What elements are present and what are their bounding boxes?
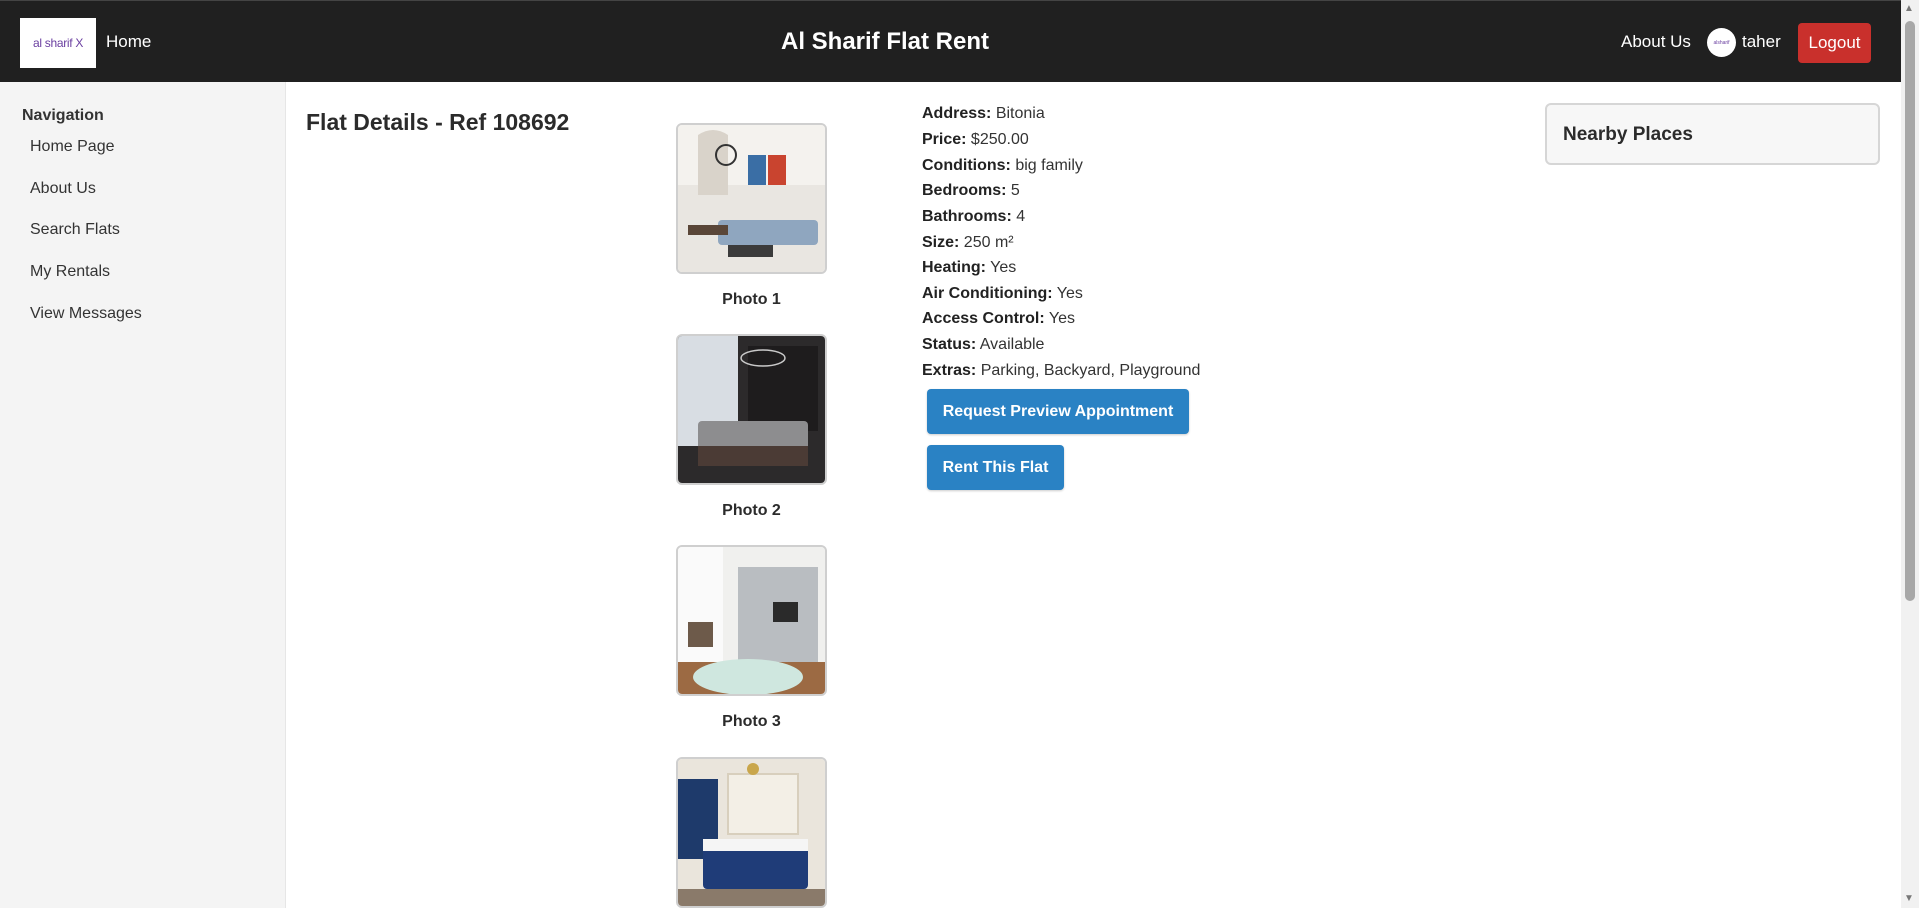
page-title: Flat Details - Ref 108692 [306, 109, 570, 135]
flat-photo-4[interactable] [676, 757, 827, 908]
detail-label: Bathrooms: [922, 208, 1012, 225]
detail-access-control: Access Control: Yes [922, 310, 1075, 328]
sidebar-heading: Navigation [22, 107, 104, 124]
user-avatar[interactable]: alsharif [1707, 28, 1736, 57]
detail-size: Size: 250 m² [922, 234, 1014, 252]
scroll-up-arrow-icon[interactable]: ▲ [1904, 4, 1914, 14]
detail-label: Access Control: [922, 310, 1045, 327]
nearby-places-title: Nearby Places [1563, 124, 1693, 145]
detail-label: Air Conditioning: [922, 285, 1053, 302]
flat-photo-3[interactable] [676, 545, 827, 696]
detail-status: Status: Available [922, 336, 1044, 354]
request-preview-button[interactable]: Request Preview Appointment [927, 389, 1189, 434]
scroll-down-arrow-icon[interactable]: ▼ [1904, 894, 1914, 904]
sidebar-item-my-rentals[interactable]: My Rentals [30, 263, 110, 281]
sidebar-item-about-us[interactable]: About Us [30, 180, 96, 198]
site-title: Al Sharif Flat Rent [780, 28, 990, 55]
rent-flat-button[interactable]: Rent This Flat [927, 445, 1064, 490]
detail-address: Address: Bitonia [922, 105, 1045, 123]
sidebar-item-view-messages[interactable]: View Messages [30, 305, 142, 323]
avatar-text: alsharif [1713, 39, 1730, 46]
sidebar-item-search-flats[interactable]: Search Flats [30, 221, 120, 239]
sidebar: Navigation Home Page About Us Search Fla… [0, 82, 286, 908]
detail-value: big family [1015, 157, 1083, 174]
page-scrollbar[interactable]: ▲ ▼ [1901, 0, 1919, 908]
detail-label: Status: [922, 336, 977, 353]
detail-price: Price: $250.00 [922, 131, 1029, 149]
detail-value: Available [979, 336, 1045, 353]
detail-extras: Extras: Parking, Backyard, Playground [922, 362, 1200, 380]
flat-photo-2[interactable] [676, 334, 827, 485]
nearby-places-panel: Nearby Places [1545, 103, 1880, 165]
detail-bathrooms: Bathrooms: 4 [922, 208, 1025, 226]
sidebar-item-home-page[interactable]: Home Page [30, 138, 115, 156]
logout-button[interactable]: Logout [1798, 23, 1871, 63]
detail-label: Size: [922, 234, 960, 251]
detail-value: 250 m² [963, 234, 1014, 251]
detail-label: Bedrooms: [922, 182, 1007, 199]
flat-photo-1[interactable] [676, 123, 827, 274]
detail-label: Address: [922, 105, 992, 122]
detail-heating: Heating: Yes [922, 259, 1016, 277]
top-navbar: al sharif X Home Al Sharif Flat Rent Abo… [0, 0, 1901, 82]
detail-bedrooms: Bedrooms: 5 [922, 182, 1020, 200]
about-us-link[interactable]: About Us [1621, 32, 1691, 52]
username[interactable]: taher [1742, 32, 1781, 52]
detail-value: Yes [990, 259, 1017, 276]
detail-value: Bitonia [995, 105, 1045, 122]
detail-label: Conditions: [922, 157, 1011, 174]
detail-value: 5 [1010, 182, 1020, 199]
detail-label: Heating: [922, 259, 986, 276]
detail-air-conditioning: Air Conditioning: Yes [922, 285, 1083, 303]
detail-value: 4 [1016, 208, 1026, 225]
detail-label: Extras: [922, 362, 977, 379]
photo-2-caption: Photo 2 [722, 502, 781, 519]
detail-value: Yes [1056, 285, 1083, 302]
detail-value: Parking, Backyard, Playground [980, 362, 1201, 379]
detail-value: Yes [1048, 310, 1075, 327]
photo-1-caption: Photo 1 [722, 291, 781, 308]
detail-value: $250.00 [970, 131, 1029, 148]
photo-3-caption: Photo 3 [722, 713, 781, 730]
detail-label: Price: [922, 131, 967, 148]
scrollbar-thumb[interactable] [1905, 21, 1915, 601]
detail-conditions: Conditions: big family [922, 157, 1083, 175]
